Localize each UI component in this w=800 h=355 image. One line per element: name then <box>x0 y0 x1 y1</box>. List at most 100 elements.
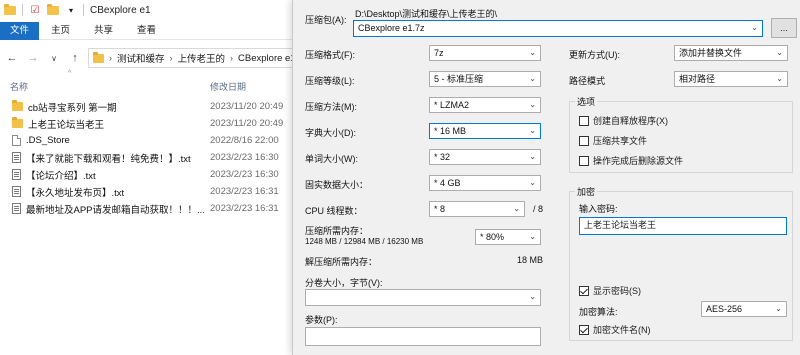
checkbox-box[interactable] <box>579 155 589 166</box>
archive-name-combo[interactable]: CBexplore e1.7z ⌄ <box>353 20 763 37</box>
new-folder-icon[interactable] <box>47 3 59 16</box>
file-date: 2022/8/16 22:00 <box>210 135 279 146</box>
back-arrow-icon[interactable]: ← <box>4 50 20 66</box>
parameters-label: 参数(P): <box>305 315 338 325</box>
quick-access-dropdown-icon[interactable]: ▾ <box>65 4 77 16</box>
list-item[interactable]: 【来了就能下载和观看！纯免费！】.txt 2023/2/23 16:30 <box>0 149 300 166</box>
file-list-header: ^ 名称 修改日期 <box>0 70 300 94</box>
checkbox-box[interactable] <box>579 115 589 126</box>
recent-locations-chevron-icon[interactable]: ∨ <box>46 50 62 66</box>
folder-icon <box>93 51 104 63</box>
list-item[interactable]: 【永久地址发布页】.txt 2023/2/23 16:31 <box>0 183 300 200</box>
file-name: 最新地址及APP请发邮箱自动获取！！！... <box>26 204 205 216</box>
folder-icon <box>12 100 23 111</box>
breadcrumb-item[interactable]: CBexplore e1 <box>238 53 296 64</box>
chevron-down-icon: ⌄ <box>775 304 782 313</box>
breadcrumb-item[interactable]: 测试和缓存 <box>117 51 165 65</box>
list-item[interactable]: .DS_Store 2022/8/16 22:00 <box>0 132 300 149</box>
chevron-down-icon: ⌄ <box>529 152 536 161</box>
decompress-memory-label: 解压缩所需内存： <box>305 257 378 267</box>
list-item[interactable]: cb站寻宝系列 第一期 2023/11/20 20:49 <box>0 98 300 115</box>
divider <box>83 4 84 16</box>
list-item[interactable]: 最新地址及APP请发邮箱自动获取！！！... 2023/2/23 16:31 <box>0 200 300 217</box>
browse-button[interactable]: ... <box>771 18 797 38</box>
text-file-icon <box>12 186 21 197</box>
file-date: 2023/2/23 16:30 <box>210 169 279 180</box>
breadcrumb-separator-icon: › <box>109 53 112 63</box>
archive-path-text: D:\Desktop\测试和缓存\上传老王的\ <box>355 9 498 19</box>
update-mode-select[interactable]: 添加并替换文件 ⌄ <box>674 45 788 61</box>
checkbox-box[interactable] <box>579 135 589 146</box>
text-file-icon <box>12 169 21 180</box>
format-select[interactable]: 7z ⌄ <box>429 45 541 61</box>
encryption-method-select[interactable]: AES-256 ⌄ <box>701 301 787 317</box>
update-mode-label: 更新方式(U): <box>569 50 620 60</box>
cpu-threads-total: / 8 <box>533 204 544 214</box>
path-mode-select[interactable]: 相对路径 ⌄ <box>674 71 788 87</box>
parameters-input[interactable] <box>305 327 541 346</box>
chevron-down-icon: ⌄ <box>776 74 783 83</box>
solid-block-label: 固实数据大小： <box>305 180 369 190</box>
column-header-date[interactable]: 修改日期 <box>210 80 300 93</box>
tab-share[interactable]: 共享 <box>82 22 125 40</box>
compress-memory-label: 压缩所需内存： <box>305 226 369 236</box>
chevron-down-icon: ⌄ <box>529 178 536 187</box>
file-date: 2023/11/20 20:49 <box>210 118 284 129</box>
list-item[interactable]: 上老王论坛当老王 2023/11/20 20:49 <box>0 115 300 132</box>
file-date: 2023/11/20 20:49 <box>210 101 284 112</box>
cpu-threads-select[interactable]: * 8 ⌄ <box>429 201 525 217</box>
explorer-title-bar: ☑ ▾ CBexplore e1 <box>0 0 300 20</box>
chevron-down-icon: ⌄ <box>529 48 536 57</box>
breadcrumb-item[interactable]: 上传老王的 <box>178 51 226 65</box>
file-explorer-window: ☑ ▾ CBexplore e1 文件 主页 共享 查看 ← → ∨ ↑ › 测… <box>0 0 300 355</box>
dictionary-size-label: 字典大小(D): <box>305 128 356 138</box>
tab-file[interactable]: 文件 <box>0 21 40 40</box>
archive-label: 压缩包(A): <box>305 15 347 25</box>
chevron-down-icon: ⌄ <box>751 23 758 32</box>
file-name: 【论坛介绍】.txt <box>26 170 96 182</box>
sort-up-icon: ^ <box>68 69 72 77</box>
memory-usage-select[interactable]: * 80% ⌄ <box>475 229 541 245</box>
split-volume-combo[interactable]: ⌄ <box>305 289 541 306</box>
options-group-title: 选项 <box>575 95 598 108</box>
tab-view[interactable]: 查看 <box>125 22 168 40</box>
decompress-memory-value: 18 MB <box>517 255 544 265</box>
solid-block-select[interactable]: * 4 GB ⌄ <box>429 175 541 191</box>
file-date: 2023/2/23 16:30 <box>210 152 279 163</box>
method-label: 压缩方法(M): <box>305 102 357 112</box>
file-date: 2023/2/23 16:31 <box>210 186 279 197</box>
dictionary-size-select[interactable]: * 16 MB ⌄ <box>429 123 541 139</box>
breadcrumb-separator-icon: › <box>230 53 234 63</box>
tab-home[interactable]: 主页 <box>39 22 82 40</box>
encrypt-file-names-checkbox[interactable]: 加密文件名(N) <box>579 323 651 336</box>
level-select[interactable]: 5 - 标准压缩 ⌄ <box>429 71 541 87</box>
level-label: 压缩等级(L): <box>305 76 355 86</box>
create-sfx-checkbox[interactable]: 创建自释放程序(X) <box>579 114 668 127</box>
forward-arrow-icon[interactable]: → <box>25 50 41 66</box>
column-header-name[interactable]: ^ 名称 <box>0 70 210 93</box>
password-label: 输入密码: <box>579 204 618 214</box>
password-input[interactable]: 上老王论坛当老王 <box>579 217 787 235</box>
chevron-down-icon: ⌄ <box>513 204 520 213</box>
checkbox-box[interactable] <box>579 324 589 335</box>
file-name: .DS_Store <box>26 135 70 146</box>
file-name: cb站寻宝系列 第一期 <box>28 102 117 114</box>
folder-icon <box>12 117 23 128</box>
delete-after-checkbox[interactable]: 操作完成后删除源文件 <box>579 154 683 167</box>
chevron-down-icon: ⌄ <box>529 126 536 135</box>
up-arrow-icon[interactable]: ↑ <box>67 50 83 66</box>
chevron-down-icon: ⌄ <box>529 232 536 241</box>
word-size-select[interactable]: * 32 ⌄ <box>429 149 541 165</box>
properties-check-icon[interactable]: ☑ <box>29 4 41 16</box>
method-select[interactable]: * LZMA2 ⌄ <box>429 97 541 113</box>
checkbox-box[interactable] <box>579 285 589 296</box>
divider <box>22 4 23 16</box>
breadcrumb[interactable]: › 测试和缓存 › 上传老王的 › CBexplore e1 <box>88 48 300 68</box>
encryption-method-label: 加密算法: <box>579 307 618 317</box>
address-bar-row: ← → ∨ ↑ › 测试和缓存 › 上传老王的 › CBexplore e1 <box>0 46 300 70</box>
compress-shared-checkbox[interactable]: 压缩共享文件 <box>579 134 647 147</box>
breadcrumb-separator-icon: › <box>169 53 173 63</box>
list-item[interactable]: 【论坛介绍】.txt 2023/2/23 16:30 <box>0 166 300 183</box>
chevron-down-icon: ⌄ <box>529 100 536 109</box>
show-password-checkbox[interactable]: 显示密码(S) <box>579 284 641 297</box>
